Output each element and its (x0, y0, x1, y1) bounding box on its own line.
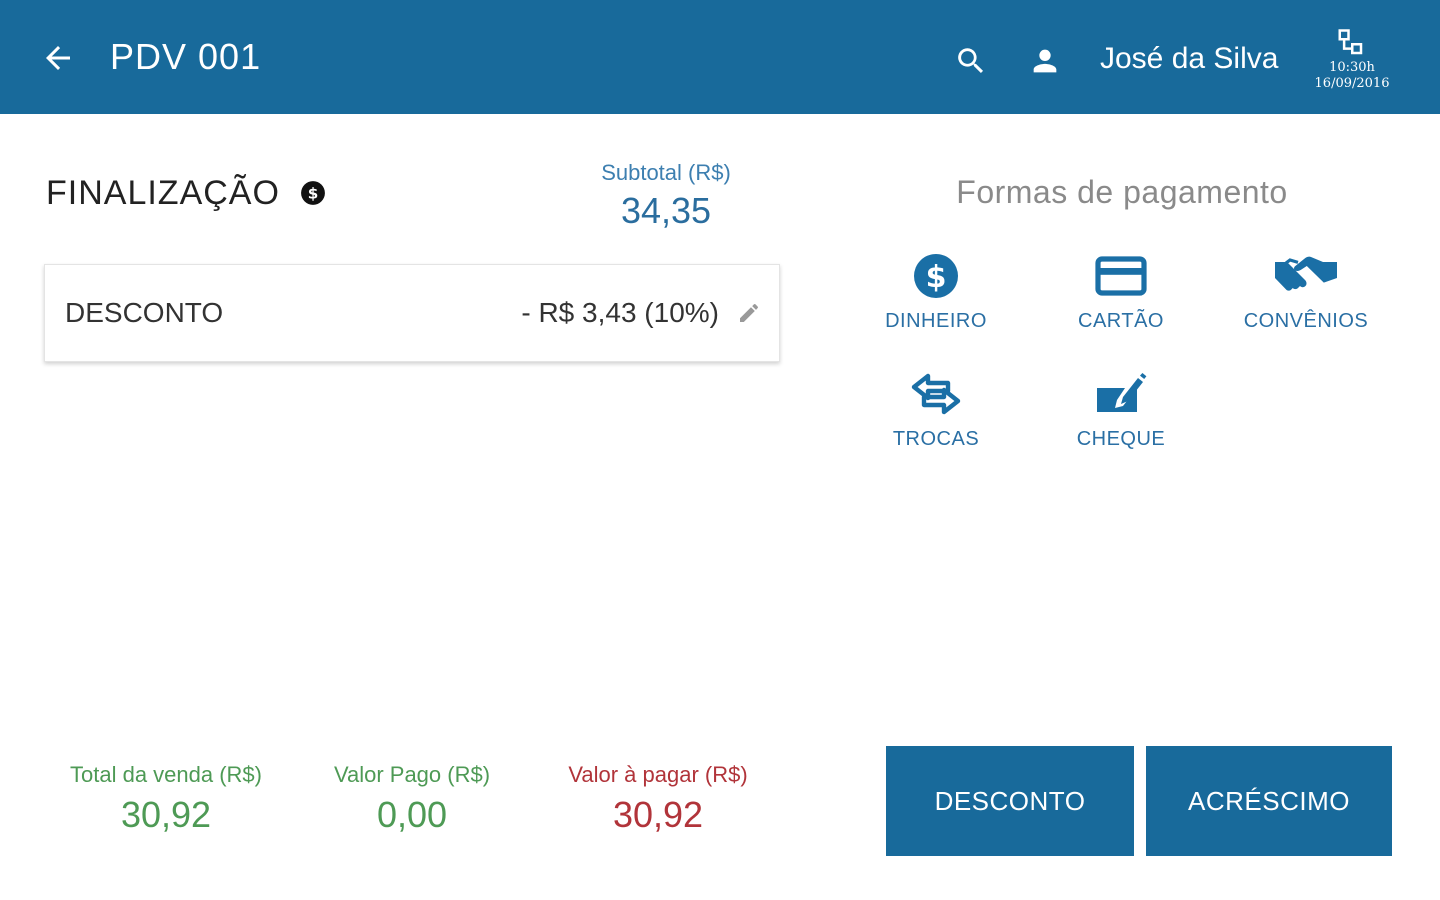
payment-option-cheque[interactable]: CHEQUE (1046, 370, 1196, 460)
subtotal-value: 34,35 (620, 190, 712, 231)
amount-due: Valor à pagar (R$) 30,92 (538, 762, 778, 836)
amount-paid: Valor Pago (R$) 0,00 (292, 762, 532, 836)
money-icon: $ (300, 180, 326, 206)
page-title: PDV 001 (110, 36, 262, 77)
top-app-bar: PDV 001 José da Silva 10:30h 16/09/2016 (0, 0, 1440, 114)
clock-date: 16/09/2016 (1314, 76, 1390, 91)
subtotal-label: Subtotal (R$) (601, 160, 731, 185)
handshake-icon (1275, 256, 1337, 291)
amount-paid-value: 0,00 (376, 794, 448, 835)
payment-label: DINHEIRO (885, 310, 987, 332)
amount-paid-label: Valor Pago (R$) (333, 762, 491, 787)
search-icon[interactable] (954, 44, 988, 78)
amount-due-label: Valor à pagar (R$) (568, 762, 748, 787)
sync-status-icon (1336, 28, 1366, 58)
payment-label: CARTÃO (1078, 310, 1164, 332)
payment-option-trocas[interactable]: TROCAS (861, 370, 1011, 460)
svg-text:$: $ (308, 184, 319, 202)
sale-total-value: 30,92 (120, 794, 212, 835)
clock-time: 10:30h (1329, 60, 1375, 75)
credit-card-icon (1095, 256, 1147, 296)
dollar-coin-icon: $ (914, 254, 958, 298)
sale-total-label: Total da venda (R$) (70, 762, 262, 787)
payment-option-cartao[interactable]: CARTÃO (1046, 252, 1196, 342)
check-sign-icon (1097, 373, 1147, 412)
section-title: FINALIZAÇÃO (46, 174, 280, 212)
payment-option-dinheiro[interactable]: $ DINHEIRO (861, 252, 1011, 342)
svg-text:$: $ (926, 260, 947, 295)
surcharge-button[interactable]: ACRÉSCIMO (1146, 746, 1392, 856)
discount-card[interactable]: DESCONTO - R$ 3,43 (10%) (44, 264, 780, 362)
pencil-edit-icon[interactable] (737, 301, 761, 325)
payment-option-convenios[interactable]: CONVÊNIOS (1231, 252, 1381, 342)
amount-due-value: 30,92 (612, 794, 704, 835)
discount-value: - R$ 3,43 (10%) (521, 297, 719, 328)
user-name: José da Silva (1100, 42, 1279, 75)
discount-button[interactable]: DESCONTO (886, 746, 1134, 856)
exchange-arrows-icon (911, 373, 961, 415)
back-arrow-icon[interactable] (40, 40, 76, 76)
payment-label: TROCAS (892, 428, 980, 450)
sale-total: Total da venda (R$) 30,92 (46, 762, 286, 836)
payment-label: CHEQUE (1076, 428, 1166, 450)
discount-label: DESCONTO (65, 297, 224, 328)
payments-title: Formas de pagamento (956, 174, 1288, 210)
user-icon[interactable] (1028, 44, 1062, 78)
payment-label: CONVÊNIOS (1243, 310, 1369, 332)
